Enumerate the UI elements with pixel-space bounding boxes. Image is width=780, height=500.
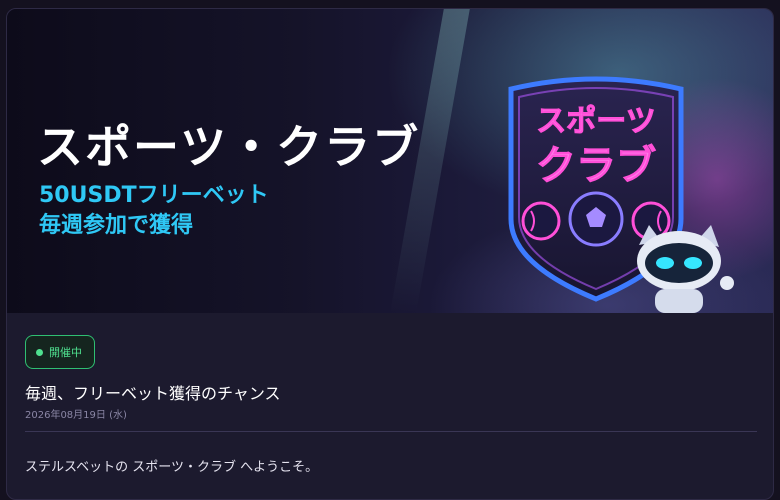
status-label: 開催中	[49, 346, 82, 359]
baseball-left-icon	[521, 201, 561, 241]
banner-subtitle-line1: 50USDTフリーベット	[39, 183, 269, 208]
promo-banner[interactable]: スポーツ・クラブ 50USDTフリーベット 毎週参加で獲得 スポーツ クラブ	[7, 9, 773, 313]
promotion-card: スポーツ・クラブ 50USDTフリーベット 毎週参加で獲得 スポーツ クラブ 開…	[6, 8, 774, 500]
shield-text-line2: クラブ	[536, 143, 656, 189]
banner-subtitle-line2: 毎週参加で獲得	[39, 213, 194, 238]
robot-cat-icon	[637, 225, 734, 313]
status-badge: 開催中	[25, 335, 95, 369]
banner-title: スポーツ・クラブ	[37, 120, 421, 174]
post-date: 2026年08月19日 (水)	[25, 410, 127, 421]
shield-text-line1: スポーツ	[536, 104, 655, 139]
status-dot-icon	[36, 348, 43, 356]
divider	[25, 431, 757, 432]
post-title: 毎週、フリーベット獲得のチャンス	[25, 384, 281, 403]
post-body: ステルスベットの スポーツ・クラブ へようこそ。	[25, 460, 319, 475]
